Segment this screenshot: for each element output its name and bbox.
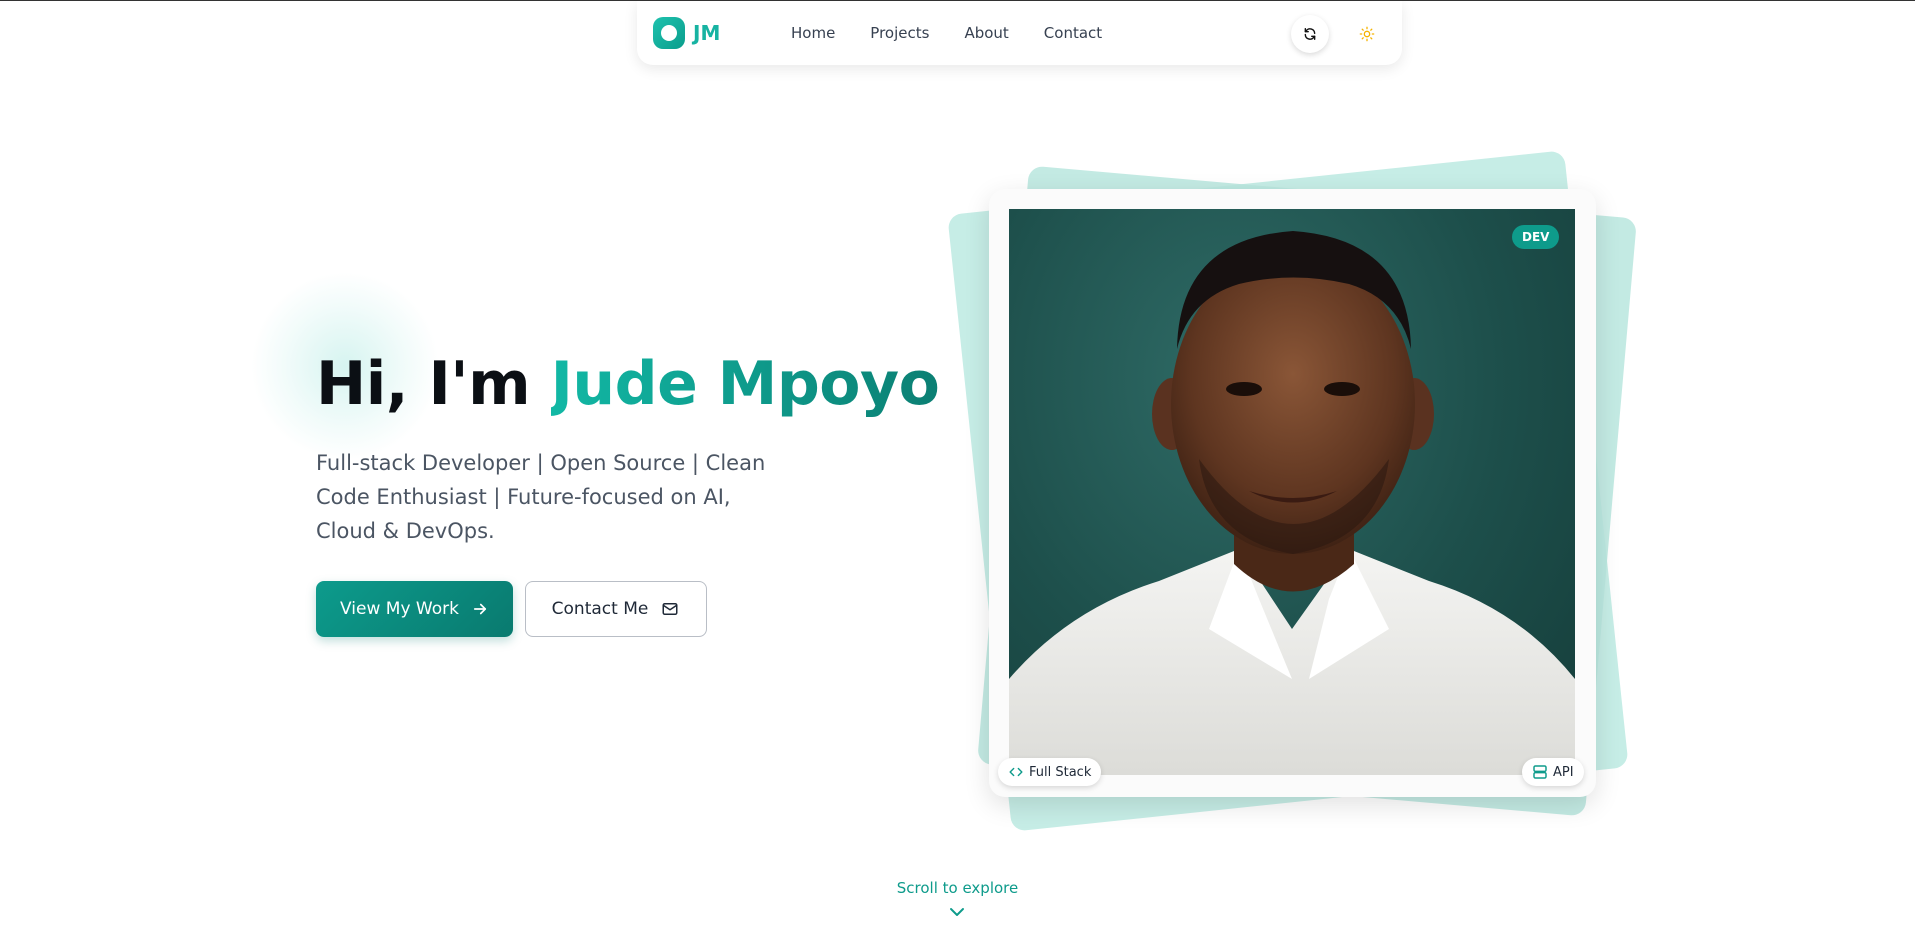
contact-me-button[interactable]: Contact Me (525, 581, 707, 637)
refresh-button[interactable] (1291, 15, 1329, 53)
nav-link-projects[interactable]: Projects (870, 24, 929, 42)
logo-text: JM (693, 21, 721, 45)
nav-links: Home Projects About Contact (791, 1, 1137, 65)
api-chip: API (1522, 758, 1584, 786)
contact-me-label: Contact Me (551, 599, 649, 619)
full-stack-chip: Full Stack (998, 758, 1102, 786)
dev-badge: DEV (1512, 225, 1560, 249)
arrow-right-icon (473, 603, 487, 615)
server-icon (1533, 765, 1547, 779)
scroll-label: Scroll to explore (896, 879, 1019, 897)
navbar: JM Home Projects About Contact (637, 1, 1402, 65)
hero-name: Jude Mpoyo (550, 349, 940, 419)
code-icon (1009, 767, 1023, 777)
profile-photo (1009, 209, 1575, 775)
nav-link-home[interactable]: Home (791, 24, 835, 42)
nav-link-contact[interactable]: Contact (1044, 24, 1102, 42)
full-stack-label: Full Stack (1029, 764, 1092, 780)
api-label: API (1553, 764, 1574, 780)
view-my-work-label: View My Work (340, 599, 459, 619)
sun-icon (1359, 26, 1375, 42)
portrait-image (1009, 231, 1575, 775)
mail-icon (662, 603, 678, 615)
nav-link-about[interactable]: About (964, 24, 1008, 42)
view-my-work-button[interactable]: View My Work (316, 581, 513, 637)
hero-greeting: Hi, I'm (316, 349, 551, 419)
refresh-icon (1304, 28, 1316, 40)
profile-card (989, 189, 1596, 797)
chevron-down-icon[interactable] (948, 905, 966, 919)
theme-toggle-button[interactable] (1348, 15, 1386, 53)
scroll-to-explore[interactable]: Scroll to explore (0, 879, 1915, 897)
hero-subtitle: Full-stack Developer | Open Source | Cle… (316, 451, 766, 543)
logo-mark-icon (653, 17, 685, 49)
hero-title: Hi, I'm Jude Mpoyo (316, 349, 940, 419)
logo[interactable]: JM (653, 17, 720, 49)
